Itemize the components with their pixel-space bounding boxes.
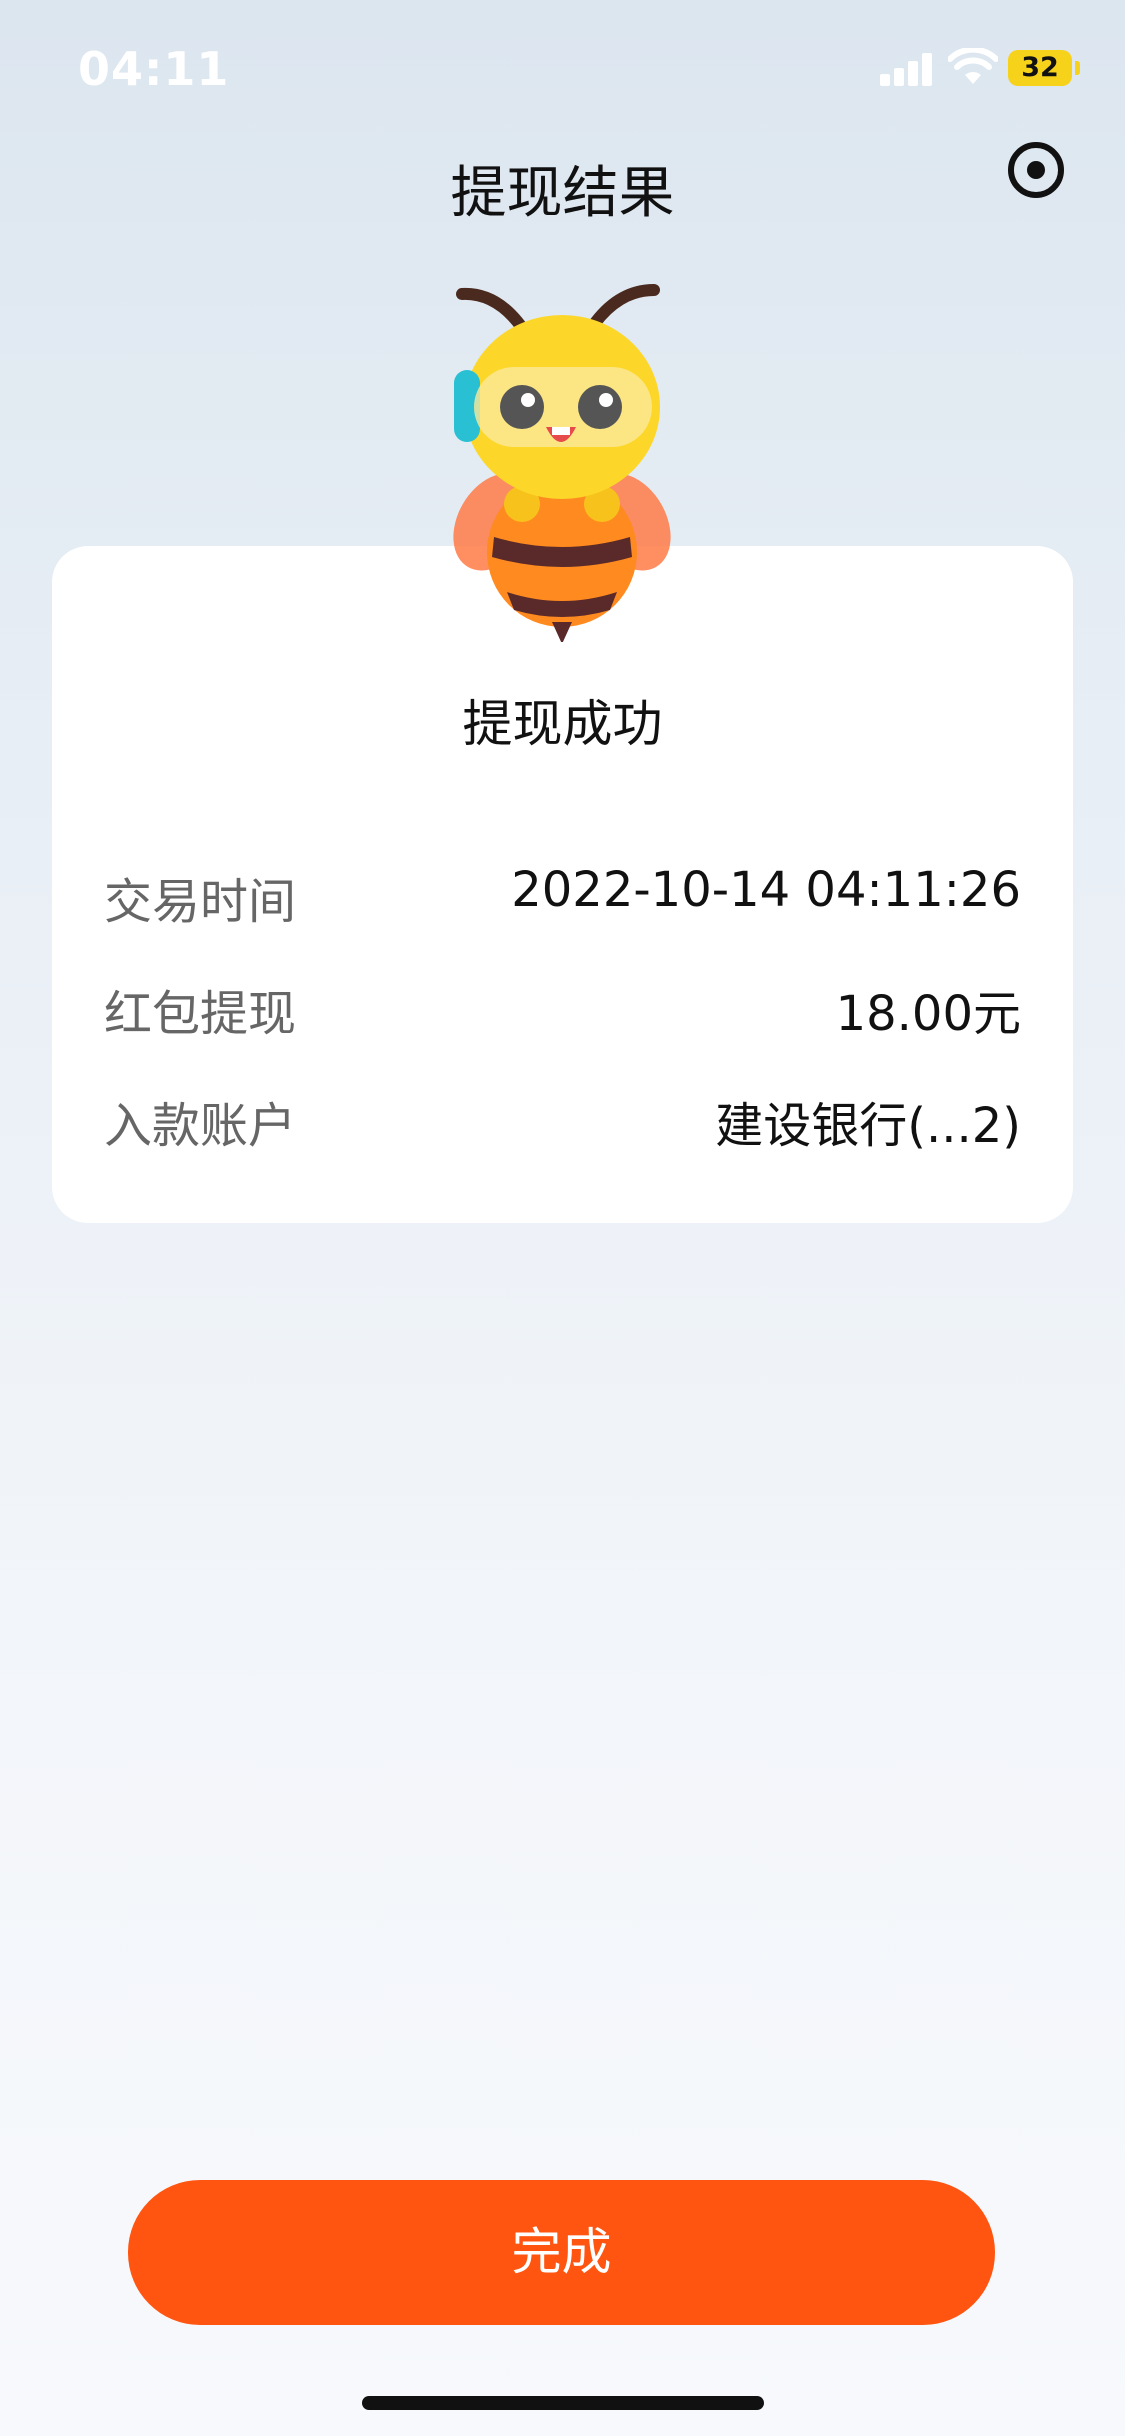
row-label: 红包提现 [104, 986, 297, 1042]
page-title: 提现结果 [450, 161, 675, 226]
row-label: 入款账户 [104, 1098, 297, 1154]
row-value: 18.00元 [835, 986, 1021, 1042]
result-card: 提现成功 交易时间 2022-10-14 04:11:26 红包提现 18.00… [52, 546, 1073, 1223]
record-icon[interactable] [1008, 142, 1064, 198]
wifi-icon [948, 48, 998, 84]
row-transaction-time: 交易时间 2022-10-14 04:11:26 [104, 862, 1021, 932]
bee-mascot-icon [453, 284, 671, 642]
row-value: 2022-10-14 04:11:26 [511, 862, 1021, 918]
status-bar: 04:11 32 [0, 0, 1125, 140]
row-label: 交易时间 [104, 874, 297, 930]
battery-icon: 32 [1008, 50, 1072, 86]
status-time: 04:11 [78, 42, 230, 96]
home-indicator[interactable] [362, 2396, 764, 2410]
cellular-signal-icon [880, 52, 934, 86]
row-red-packet: 红包提现 18.00元 [104, 974, 1021, 1044]
row-deposit-account: 入款账户 建设银行(...2) [104, 1086, 1021, 1156]
result-status: 提现成功 [462, 695, 663, 753]
done-button[interactable]: 完成 [128, 2180, 995, 2325]
battery-tip [1075, 61, 1080, 75]
row-value: 建设银行(...2) [715, 1098, 1021, 1154]
